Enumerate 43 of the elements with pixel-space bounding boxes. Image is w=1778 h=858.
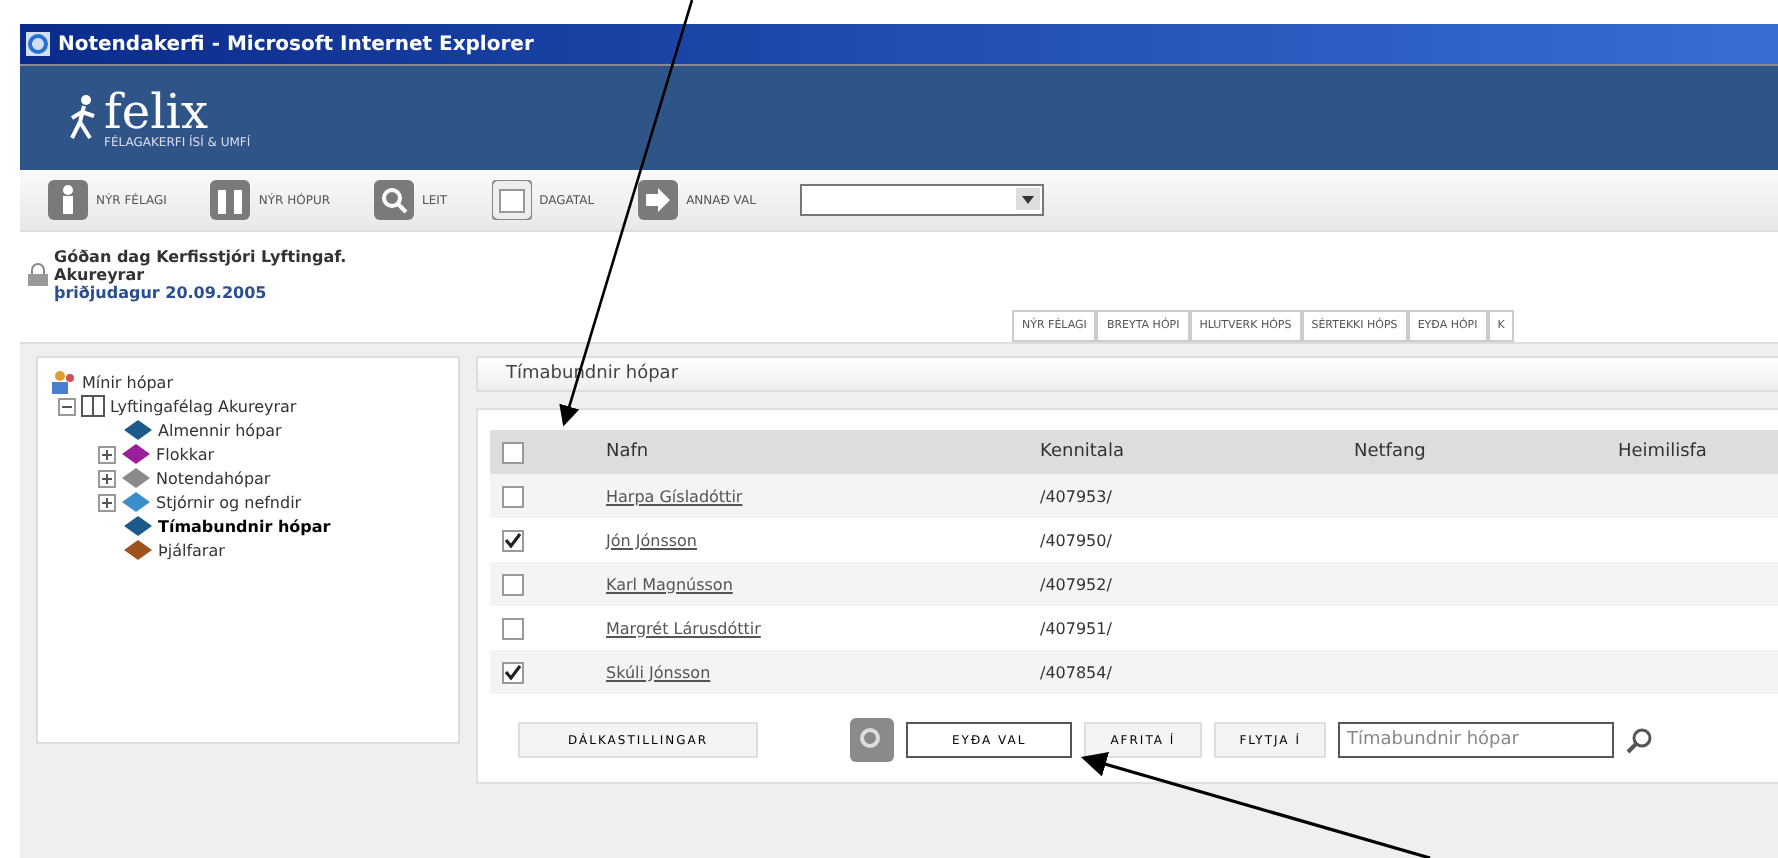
checkbox[interactable] [502, 485, 524, 507]
tree-item[interactable]: Stjórnir og nefndir [156, 493, 302, 511]
table-cell: /407854/ [1040, 663, 1112, 681]
checkbox[interactable] [502, 529, 524, 551]
browser-icon [26, 32, 50, 56]
lock-icon [28, 262, 48, 286]
tree-item[interactable]: Almennir hópar [158, 421, 282, 439]
table-cell: /407953/ [1040, 487, 1112, 505]
table-cell: /407952/ [1040, 575, 1112, 593]
tree-item[interactable]: Notendahópar [156, 469, 271, 487]
expand-toggle[interactable] [98, 445, 116, 463]
runner-icon [68, 94, 100, 142]
calendar-icon [491, 180, 532, 220]
name-link[interactable]: Skúli Jónsson [606, 663, 711, 681]
name-link[interactable]: Karl Magnússon [606, 575, 733, 593]
table-cell: /407950/ [1040, 531, 1112, 549]
tree-item[interactable]: Tímabundnir hópar [158, 517, 331, 535]
greeting-text: Góðan dag Kerfisstjóri Lyftingaf. Akureyrar [54, 247, 349, 283]
logo-text: felix [104, 87, 208, 135]
checkbox[interactable] [502, 617, 524, 639]
expand-toggle[interactable] [98, 493, 116, 511]
tree-item[interactable]: Þjálfarar [158, 541, 225, 559]
date-text: þriðjudagur 20.09.2005 [54, 283, 269, 301]
tree-item[interactable]: Lyftingafélag Akureyrar [110, 397, 297, 415]
name-link[interactable]: Jón Jónsson [606, 531, 697, 549]
column-header[interactable]: Kennitala [1040, 442, 1124, 462]
name-link[interactable]: Margrét Lárusdóttir [606, 619, 761, 637]
tree-item[interactable]: Mínir hópar [82, 373, 173, 391]
table-cell: /407951/ [1040, 619, 1112, 637]
window-title: Notendakerfi - Microsoft Internet Explorer [58, 33, 534, 55]
target-group-field[interactable]: Tímabundnir hópar [1338, 722, 1615, 758]
expand-toggle[interactable] [58, 397, 76, 415]
checkbox[interactable] [502, 661, 524, 683]
dropdown-field[interactable] [799, 184, 1044, 216]
name-link[interactable]: Harpa Gísladóttir [606, 487, 743, 505]
search-icon[interactable] [1626, 726, 1655, 754]
checkbox[interactable] [502, 573, 524, 595]
checkbox[interactable] [502, 441, 524, 463]
column-header[interactable]: Nafn [606, 442, 649, 462]
book-icon [80, 394, 106, 418]
column-header[interactable]: Netfang [1354, 442, 1426, 462]
expand-toggle[interactable] [98, 469, 116, 487]
tree-item[interactable]: Flokkar [156, 445, 215, 463]
